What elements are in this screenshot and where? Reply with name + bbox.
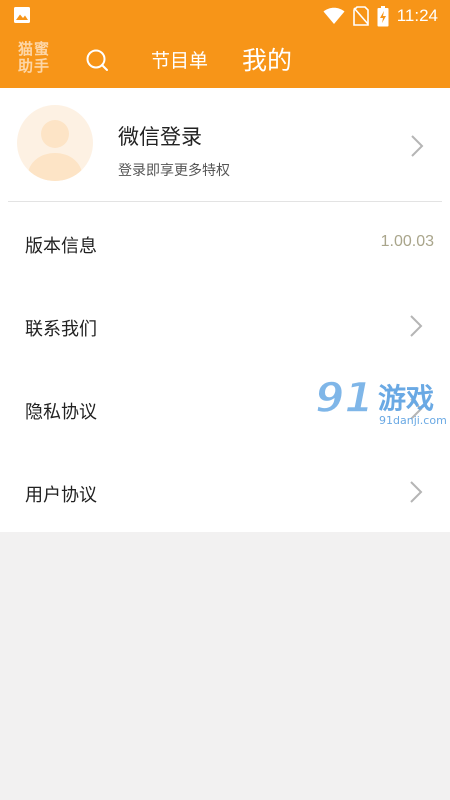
search-icon[interactable] <box>84 47 110 73</box>
menu-item-contact[interactable]: 联系我们 <box>0 285 450 368</box>
menu-item-terms[interactable]: 用户协议 <box>0 451 450 534</box>
logo-line-2: 助手 <box>18 57 51 75</box>
status-right: 11:24 <box>323 4 438 28</box>
watermark-logo: 91 游戏 91danji.com <box>315 372 447 427</box>
chevron-right-icon <box>411 135 424 157</box>
menu-item-label: 隐私协议 <box>25 402 97 423</box>
chevron-right-icon <box>410 315 423 337</box>
main-content: 微信登录 登录即享更多特权 版本信息 1.00.03 联系我们 隐私协议 用户协… <box>0 88 450 532</box>
version-value: 1.00.03 <box>380 233 434 250</box>
logo-line-1: 猫蜜 <box>18 40 51 58</box>
menu-item-label: 版本信息 <box>25 236 97 257</box>
app-bar: 猫蜜 助手 节目单 我的 <box>0 32 450 88</box>
battery-charging-icon <box>377 5 389 26</box>
login-subtitle: 登录即享更多特权 <box>118 163 230 179</box>
menu-item-version[interactable]: 版本信息 1.00.03 <box>0 202 450 285</box>
clock: 11:24 <box>396 6 438 25</box>
status-bar: 11:24 <box>0 0 450 32</box>
watermark-number: 91 <box>315 373 373 422</box>
image-notification-icon <box>14 7 30 23</box>
tab-mine[interactable]: 我的 <box>242 41 292 77</box>
no-sim-icon <box>352 6 369 26</box>
menu-item-label: 联系我们 <box>25 319 97 340</box>
watermark-brand: 游戏 <box>378 382 434 415</box>
wifi-icon <box>323 7 345 24</box>
login-row[interactable]: 微信登录 登录即享更多特权 <box>0 88 450 201</box>
tab-schedule[interactable]: 节目单 <box>151 46 208 73</box>
menu-item-label: 用户协议 <box>25 485 97 506</box>
watermark-domain: 91danji.com <box>379 414 447 427</box>
user-avatar-icon <box>17 105 93 181</box>
app-logo[interactable]: 猫蜜 助手 <box>18 41 58 81</box>
chevron-right-icon <box>410 481 423 503</box>
login-title: 微信登录 <box>118 125 202 149</box>
